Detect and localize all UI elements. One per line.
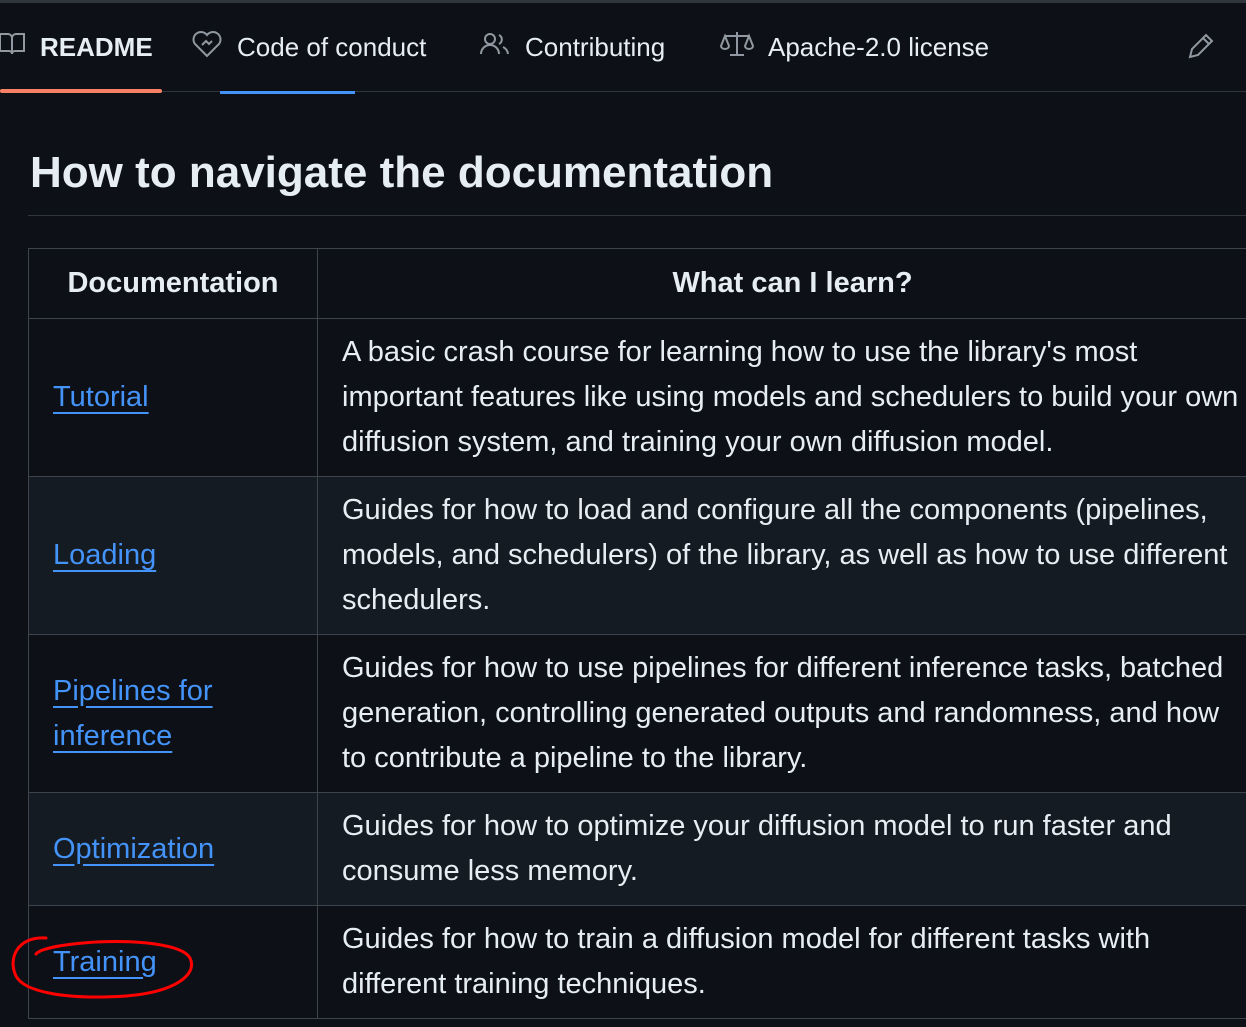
page-heading: How to navigate the documentation: [30, 148, 774, 197]
tab-readme-label: README: [40, 31, 153, 62]
doc-cell: Loading: [28, 476, 318, 635]
doc-cell: Tutorial: [28, 318, 318, 477]
pipelines-for-inference-link[interactable]: Pipelines for inference: [53, 675, 213, 752]
scrolled-link-remnant: [220, 91, 355, 102]
heart-handshake-icon: [191, 30, 237, 65]
tab-license[interactable]: Apache-2.0 license: [719, 3, 990, 91]
description-cell: Guides for how to optimize your diffusio…: [317, 792, 1246, 906]
doc-cell: Pipelines for inference: [28, 634, 318, 793]
tab-readme[interactable]: README: [0, 3, 153, 91]
doc-cell: Optimization: [28, 792, 318, 906]
table-row: Pipelines for inference Guides for how t…: [28, 634, 1246, 793]
training-link[interactable]: Training: [53, 946, 157, 978]
loading-link[interactable]: Loading: [53, 539, 156, 571]
doc-cell: Training: [28, 905, 318, 1019]
tab-contributing-label: Contributing: [525, 31, 666, 62]
description-cell: Guides for how to train a diffusion mode…: [317, 905, 1246, 1019]
column-header-documentation: Documentation: [28, 248, 318, 319]
description-cell: Guides for how to load and configure all…: [317, 476, 1246, 635]
optimization-link[interactable]: Optimization: [53, 833, 214, 865]
people-icon: [479, 31, 525, 64]
documentation-table: Documentation What can I learn? Tutorial…: [28, 248, 1246, 1019]
tab-license-label: Apache-2.0 license: [768, 31, 990, 62]
edit-file-button[interactable]: [1186, 31, 1218, 63]
table-row: Optimization Guides for how to optimize …: [28, 792, 1246, 906]
table-row: Training Guides for how to train a diffu…: [28, 905, 1246, 1019]
table-header-row: Documentation What can I learn?: [28, 248, 1246, 319]
active-tab-indicator: [0, 89, 162, 93]
tab-code-of-conduct[interactable]: Code of conduct: [191, 3, 426, 91]
tab-code-of-conduct-label: Code of conduct: [237, 31, 427, 62]
book-icon: [0, 31, 40, 64]
pencil-icon: [1186, 33, 1216, 65]
tutorial-link[interactable]: Tutorial: [53, 381, 149, 413]
table-row: Tutorial A basic crash course for learni…: [28, 318, 1246, 477]
heading-divider: [28, 215, 1246, 216]
column-header-what-can-i-learn: What can I learn?: [317, 248, 1246, 319]
readme-tab-bar: README Code of conduct Contributing Apac…: [0, 3, 1246, 93]
tab-contributing[interactable]: Contributing: [479, 3, 665, 91]
description-cell: A basic crash course for learning how to…: [317, 318, 1246, 477]
description-cell: Guides for how to use pipelines for diff…: [317, 634, 1246, 793]
scale-icon: [719, 30, 768, 65]
table-row: Loading Guides for how to load and confi…: [28, 476, 1246, 635]
